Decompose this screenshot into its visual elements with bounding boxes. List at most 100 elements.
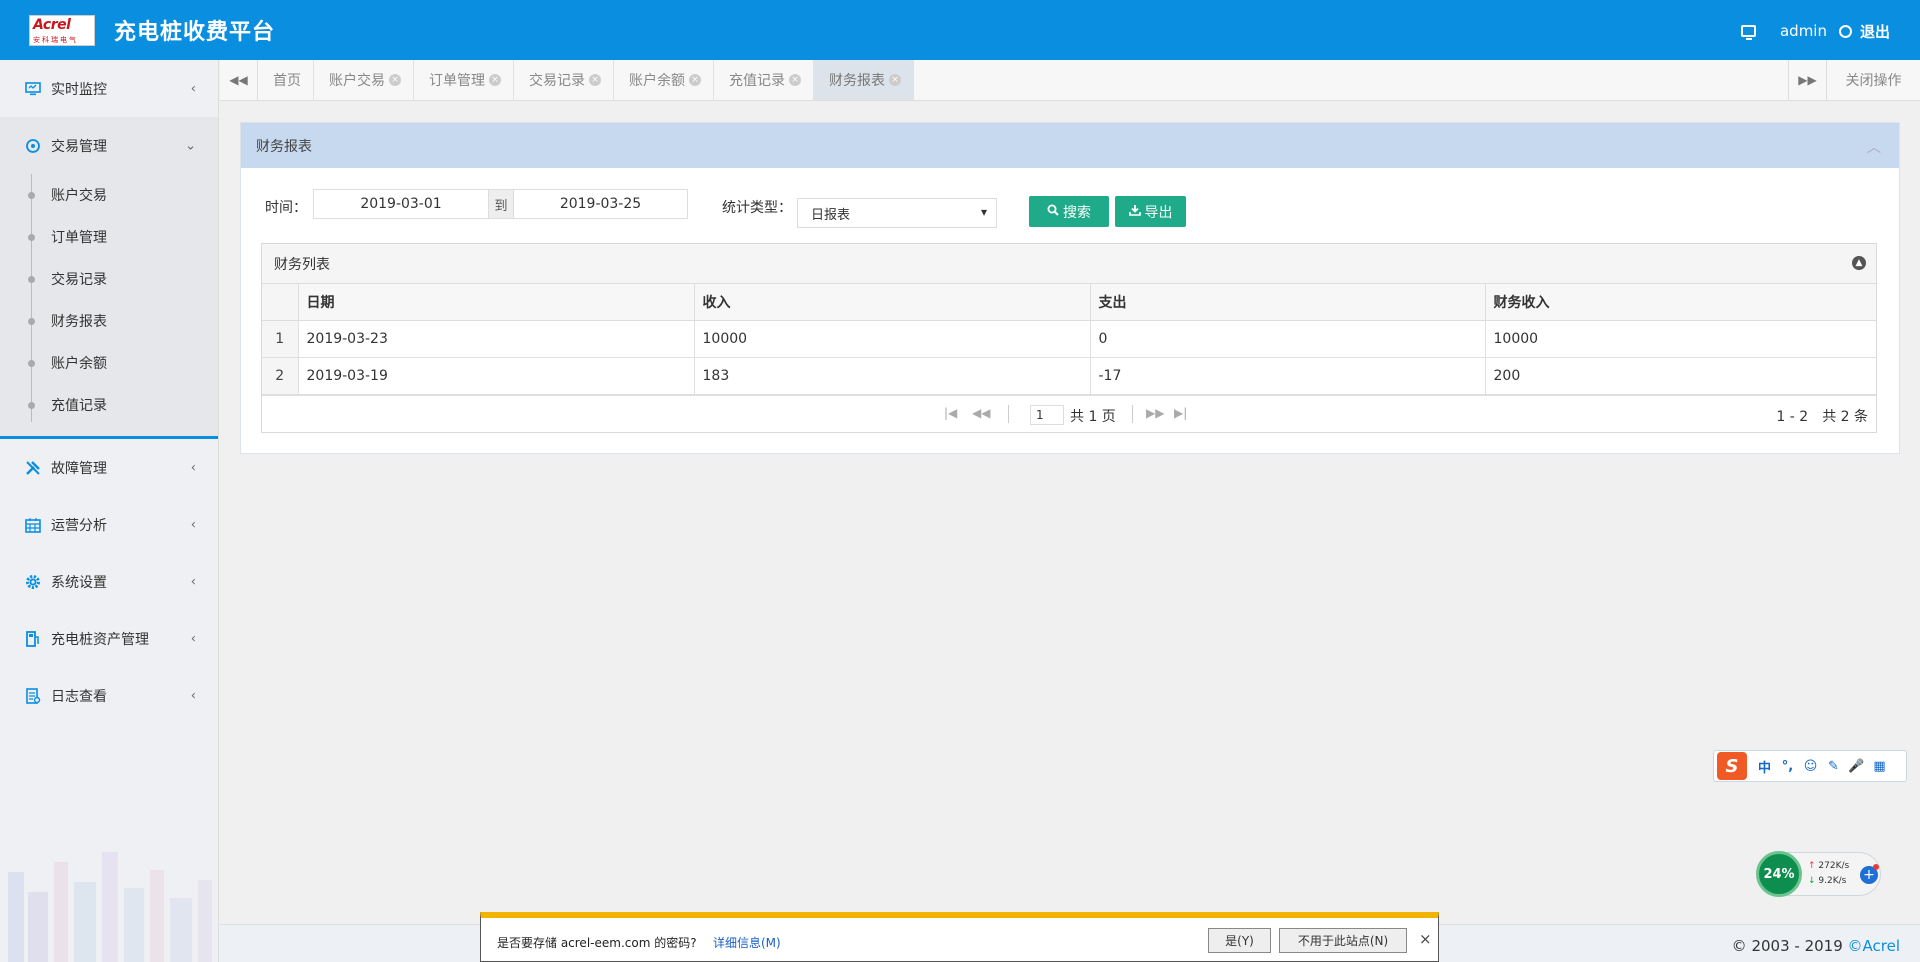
collapse-up-icon[interactable]: ▲ bbox=[1852, 256, 1866, 270]
toolbox-icon[interactable]: ▦ bbox=[1868, 759, 1891, 774]
first-page-icon[interactable]: |◀ bbox=[944, 406, 957, 420]
sidebar-item-system-settings[interactable]: 系统设置 ‹ bbox=[0, 553, 218, 610]
sidebar-item-label: 交易管理 bbox=[51, 138, 107, 155]
prev-page-icon[interactable]: ◀◀ bbox=[972, 406, 990, 420]
tab-home[interactable]: 首页 bbox=[258, 60, 314, 100]
emoji-icon[interactable]: ☺ bbox=[1799, 759, 1822, 774]
search-button[interactable]: 搜索 bbox=[1029, 196, 1109, 227]
handwriting-icon[interactable]: ✎ bbox=[1822, 759, 1845, 774]
tab-bar: ◀◀ 首页 账户交易 × 订单管理 × 交易记录 × 账户余额 × 充值记录 × 财务报表… bbox=[220, 60, 1920, 101]
chinese-mode-icon[interactable]: 中 bbox=[1753, 757, 1776, 776]
cell-expense: 0 bbox=[1090, 320, 1486, 358]
network-monitor-widget[interactable]: 24% ↑ 272K/s ↓ 9.2K/s + bbox=[1756, 851, 1881, 897]
stat-type-label: 统计类型： bbox=[722, 200, 792, 216]
cell-finance-income: 10000 bbox=[1485, 320, 1876, 358]
acrel-logo: Acrel 安科瑞电气 bbox=[29, 15, 95, 46]
close-icon[interactable]: × bbox=[889, 74, 901, 86]
bullet-icon bbox=[28, 360, 35, 367]
sidebar-item-charger-assets[interactable]: 充电桩资产管理 ‹ bbox=[0, 610, 218, 667]
header-actions: admin 退出 bbox=[1740, 20, 1890, 42]
close-icon[interactable]: × bbox=[689, 74, 701, 86]
export-button[interactable]: 导出 bbox=[1115, 196, 1186, 227]
page-number-input[interactable]: 1 bbox=[1030, 404, 1064, 425]
tab-account-trade[interactable]: 账户交易 × bbox=[314, 60, 414, 100]
sidebar-item-label: 故障管理 bbox=[51, 460, 107, 477]
tab-account-balance[interactable]: 账户余额 × bbox=[614, 60, 714, 100]
sogou-logo-icon[interactable]: S bbox=[1717, 752, 1747, 780]
sidebar-item-trade-management[interactable]: 交易管理 ⌄ bbox=[0, 117, 218, 174]
column-header-income[interactable]: 收入 bbox=[694, 284, 1091, 321]
tab-recharge-records[interactable]: 充值记录 × bbox=[714, 60, 814, 100]
table-row[interactable]: 2 2019-03-19 183 -17 200 bbox=[262, 357, 1876, 395]
plus-icon[interactable]: + bbox=[1860, 864, 1879, 884]
column-header-expense[interactable]: 支出 bbox=[1090, 284, 1486, 321]
sidebar-subitem-recharge-records[interactable]: 充值记录 bbox=[0, 384, 218, 426]
sidebar-item-log-view[interactable]: 日志查看 ‹ bbox=[0, 667, 218, 724]
details-link[interactable]: 详细信息(M) bbox=[713, 934, 781, 951]
close-icon[interactable]: × bbox=[389, 74, 401, 86]
column-header-date[interactable]: 日期 bbox=[298, 284, 695, 321]
chevron-up-icon[interactable]: ︿ bbox=[1867, 137, 1881, 157]
subitem-label: 账户余额 bbox=[51, 356, 107, 372]
cell-expense: -17 bbox=[1090, 357, 1486, 395]
close-icon[interactable]: × bbox=[589, 74, 601, 86]
sidebar-subitem-order-management[interactable]: 订单管理 bbox=[0, 216, 218, 258]
sidebar-subitem-financial-report[interactable]: 财务报表 bbox=[0, 300, 218, 342]
never-for-site-button[interactable]: 不用于此站点(N) bbox=[1279, 928, 1407, 953]
logout-button[interactable]: 退出 bbox=[1838, 21, 1890, 42]
financial-table: 日期 收入 支出 财务收入 1 2019-03-23 10000 0 10000… bbox=[262, 284, 1876, 395]
sidebar: 实时监控 ‹ 交易管理 ⌄ 账户交易 订单管理 交易记录 财务报表 账户余额 充… bbox=[0, 60, 219, 962]
subitem-label: 交易记录 bbox=[51, 272, 107, 288]
microphone-icon[interactable]: 🎤 bbox=[1845, 759, 1868, 774]
sidebar-item-operation-analysis[interactable]: 运营分析 ‹ bbox=[0, 496, 218, 553]
sidebar-subitem-trade-records[interactable]: 交易记录 bbox=[0, 258, 218, 300]
close-icon[interactable]: × bbox=[789, 74, 801, 86]
chevron-left-icon: ‹ bbox=[190, 688, 196, 703]
date-to-input[interactable]: 2019-03-25 bbox=[513, 189, 688, 219]
sidebar-item-realtime-monitor[interactable]: 实时监控 ‹ bbox=[0, 60, 218, 117]
tab-label: 账户交易 bbox=[329, 73, 385, 89]
tab-trade-records[interactable]: 交易记录 × bbox=[514, 60, 614, 100]
tab-scroll-left-button[interactable]: ◀◀ bbox=[220, 60, 258, 100]
top-header: Acrel 安科瑞电气 充电桩收费平台 admin 退出 bbox=[0, 0, 1920, 60]
stat-type-select[interactable]: 日报表 ▾ bbox=[797, 198, 997, 228]
grid-title: 财务列表 bbox=[274, 256, 330, 273]
tab-scroll-right-button[interactable]: ▶▶ bbox=[1788, 60, 1826, 100]
screen-icon[interactable] bbox=[1740, 25, 1756, 40]
last-page-icon[interactable]: ▶| bbox=[1174, 406, 1187, 420]
arrow-down-icon: ↓ bbox=[1808, 876, 1816, 886]
bullet-icon bbox=[28, 192, 35, 199]
sidebar-group-trade: 交易管理 ⌄ 账户交易 订单管理 交易记录 财务报表 账户余额 充值记录 bbox=[0, 117, 218, 439]
search-label: 搜索 bbox=[1063, 204, 1091, 221]
date-from-input[interactable]: 2019-03-01 bbox=[313, 189, 489, 219]
trade-submenu: 账户交易 订单管理 交易记录 财务报表 账户余额 充值记录 bbox=[0, 174, 218, 436]
subitem-label: 账户交易 bbox=[51, 188, 107, 204]
username[interactable]: admin bbox=[1780, 22, 1827, 40]
row-number: 2 bbox=[262, 357, 299, 395]
punctuation-icon[interactable]: °, bbox=[1776, 759, 1799, 774]
upload-speed: ↑ 272K/s bbox=[1808, 861, 1849, 871]
tab-label: 财务报表 bbox=[829, 73, 885, 89]
sidebar-item-fault-management[interactable]: 故障管理 ‹ bbox=[0, 439, 218, 496]
save-yes-button[interactable]: 是(Y) bbox=[1208, 928, 1271, 953]
date-range-separator: 到 bbox=[488, 189, 514, 219]
table-row[interactable]: 1 2019-03-23 10000 0 10000 bbox=[262, 320, 1876, 358]
copyright-brand[interactable]: ©Acrel bbox=[1848, 937, 1900, 955]
bullet-icon bbox=[28, 318, 35, 325]
tab-financial-report[interactable]: 财务报表 × bbox=[814, 60, 914, 100]
sidebar-subitem-account-trade[interactable]: 账户交易 bbox=[0, 174, 218, 216]
sidebar-subitem-account-balance[interactable]: 账户余额 bbox=[0, 342, 218, 384]
close-operations-button[interactable]: 关闭操作 bbox=[1826, 60, 1920, 100]
tab-order-management[interactable]: 订单管理 × bbox=[414, 60, 514, 100]
page-total: 共 1 页 bbox=[1070, 408, 1116, 425]
pager-divider bbox=[1132, 404, 1133, 423]
filter-bar: 时间： 2019-03-01 到 2019-03-25 统计类型： 日报表 ▾ … bbox=[265, 187, 1865, 228]
financial-report-panel: 财务报表 ︿ 时间： 2019-03-01 到 2019-03-25 统计类型：… bbox=[240, 122, 1900, 454]
usage-percent: 24% bbox=[1756, 851, 1802, 897]
download-speed-value: 9.2K/s bbox=[1818, 876, 1847, 886]
column-header-finance-income[interactable]: 财务收入 bbox=[1485, 284, 1876, 321]
close-icon[interactable]: × bbox=[489, 74, 501, 86]
copyright: © 2003 - 2019 ©Acrel bbox=[1732, 937, 1900, 955]
next-page-icon[interactable]: ▶▶ bbox=[1146, 406, 1164, 420]
close-icon[interactable]: × bbox=[1419, 930, 1432, 948]
